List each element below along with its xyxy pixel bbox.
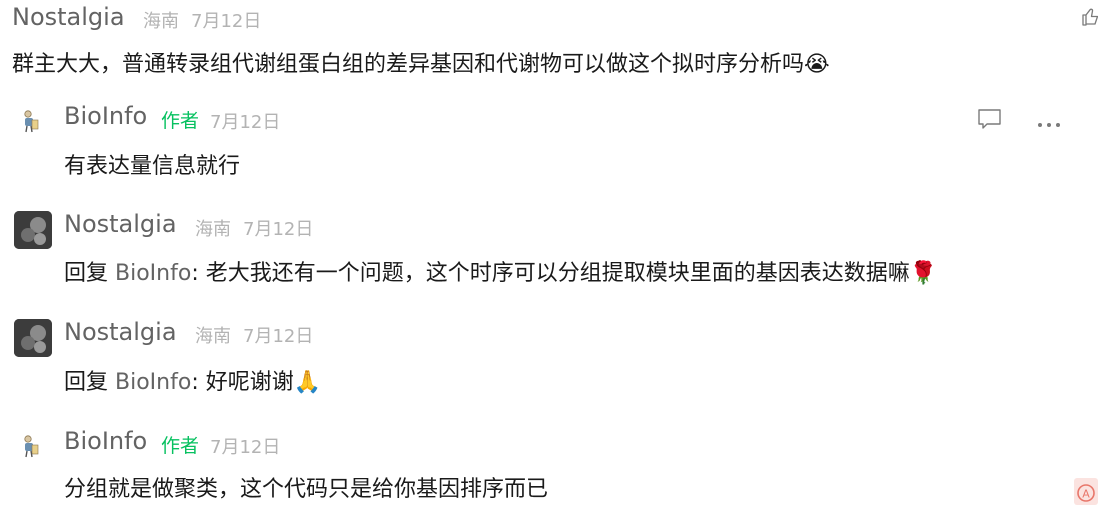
comment-body: 群主大大，普通转录组代谢组蛋白组的差异基因和代谢物可以做这个拟时序分析吗 (12, 52, 805, 77)
rose-emoji: 🌹 (909, 261, 938, 286)
reply-colon: : (191, 261, 199, 286)
reply-body: 好呢谢谢 (205, 370, 294, 395)
reply-author-name[interactable]: Nostalgia (64, 210, 177, 238)
reply-author-name[interactable]: Nostalgia (64, 318, 177, 346)
comment-date: 7月12日 (191, 11, 262, 32)
crying-emoji: 😭 (804, 52, 830, 77)
avatar[interactable] (20, 108, 42, 138)
reply-colon: : (191, 370, 199, 395)
app-badge-icon[interactable]: A (1074, 478, 1098, 509)
reply-prefix: 回复 (64, 370, 109, 395)
reply-text: 回复 BioInfo: 好呢谢谢🙏 (64, 364, 321, 396)
reply-author-name[interactable]: BioInfo (64, 427, 147, 455)
reply-date: 7月12日 (243, 326, 314, 347)
pray-emoji: 🙏 (293, 370, 322, 395)
comment-bubble-icon[interactable] (977, 108, 1003, 134)
reply-to-name[interactable]: BioInfo (115, 261, 191, 286)
author-badge: 作者 (161, 435, 200, 457)
reply-text: 分组就是做聚类，这个代码只是给你基因排序而已 (64, 477, 549, 502)
reply-prefix: 回复 (64, 261, 109, 286)
avatar[interactable] (14, 211, 52, 249)
reply-date: 7月12日 (210, 437, 281, 458)
comment-author-name[interactable]: Nostalgia (12, 3, 125, 31)
author-badge: 作者 (161, 110, 200, 132)
svg-text:A: A (1082, 488, 1090, 501)
comment-text: 群主大大，普通转录组代谢组蛋白组的差异基因和代谢物可以做这个拟时序分析吗😭 (12, 46, 830, 78)
reply-text: 回复 BioInfo: 老大我还有一个问题，这个时序可以分组提取模块里面的基因表… (64, 255, 937, 287)
reply-location: 海南 (195, 219, 231, 240)
reply-author-name[interactable]: BioInfo (64, 102, 147, 130)
reply-date: 7月12日 (210, 112, 281, 133)
reply-body: 老大我还有一个问题，这个时序可以分组提取模块里面的基因表达数据嘛 (205, 261, 910, 286)
avatar[interactable] (20, 433, 42, 463)
avatar[interactable] (14, 319, 52, 357)
reply-to-name[interactable]: BioInfo (115, 370, 191, 395)
reply-location: 海南 (195, 326, 231, 347)
more-ellipsis-icon[interactable] (1037, 114, 1061, 133)
reply-date: 7月12日 (243, 219, 314, 240)
thumbs-up-icon[interactable] (1081, 6, 1098, 30)
comment-location: 海南 (143, 11, 179, 32)
reply-text: 有表达量信息就行 (64, 154, 241, 179)
